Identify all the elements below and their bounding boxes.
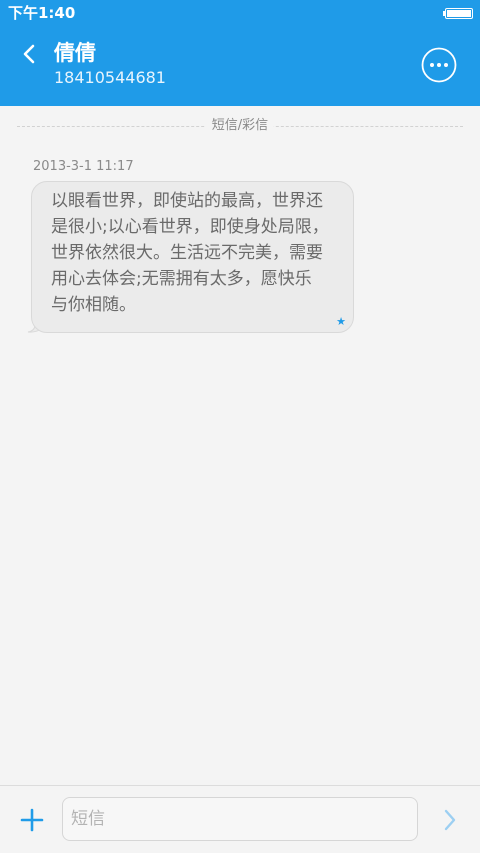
compose-bar bbox=[0, 785, 480, 853]
status-bar: 下午1:40 bbox=[0, 0, 480, 26]
battery-icon bbox=[445, 8, 473, 19]
battery-level-fill bbox=[447, 10, 471, 17]
chevron-right-icon bbox=[444, 809, 456, 831]
more-options-button[interactable] bbox=[421, 47, 457, 83]
status-time: 下午1:40 bbox=[8, 4, 76, 22]
contact-name: 倩倩 bbox=[54, 41, 96, 65]
send-button[interactable] bbox=[436, 806, 464, 834]
channel-divider: 短信/彩信 bbox=[17, 117, 463, 135]
add-attachment-button[interactable] bbox=[16, 804, 48, 836]
chevron-left-icon bbox=[23, 44, 35, 64]
channel-label: 短信/彩信 bbox=[205, 117, 275, 135]
contact-phone-number: 18410544681 bbox=[54, 68, 166, 87]
message-input[interactable] bbox=[62, 797, 418, 841]
ellipsis-circle-icon bbox=[421, 47, 457, 83]
message-text: 以眼看世界，即使站的最高，世界还 是很小;以心看世界，即使身处局限， 世界依然很… bbox=[51, 191, 329, 315]
message-bubble[interactable]: 以眼看世界，即使站的最高，世界还 是很小;以心看世界，即使身处局限， 世界依然很… bbox=[31, 181, 354, 333]
plus-icon bbox=[20, 808, 44, 832]
message-timestamp: 2013-3-1 11:17 bbox=[33, 159, 134, 174]
star-icon: ★ bbox=[336, 315, 346, 328]
conversation-header: 倩倩 18410544681 bbox=[0, 26, 480, 106]
back-button[interactable] bbox=[12, 38, 46, 72]
